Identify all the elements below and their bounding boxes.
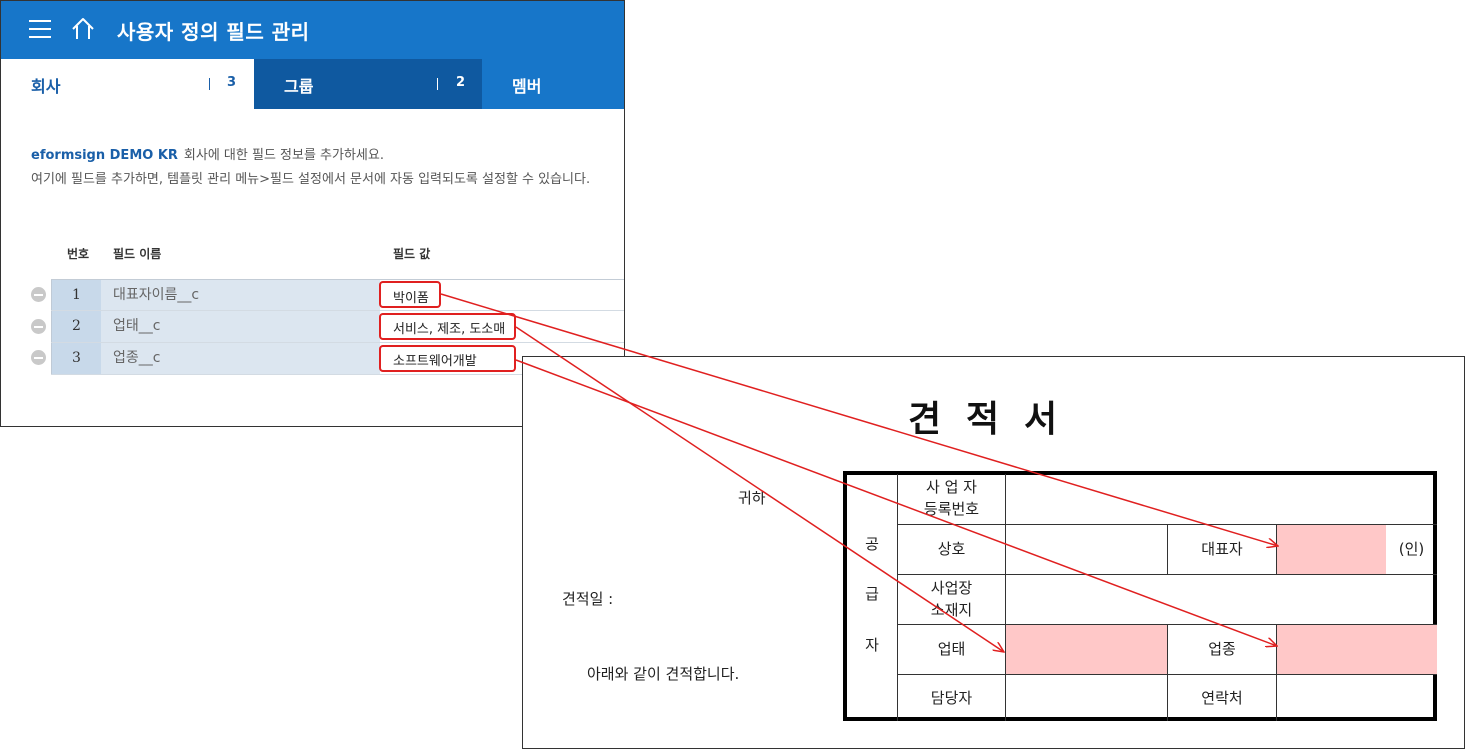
tab-separator: [209, 78, 210, 90]
value-contact-person[interactable]: [1005, 674, 1167, 721]
value-business-address[interactable]: [1005, 574, 1437, 624]
description-text: 회사에 대한 필드 정보를 추가하세요.: [183, 148, 384, 163]
column-header-field-value: 필드 값: [393, 247, 431, 261]
tab-count: 3: [227, 75, 237, 90]
top-bar: 사용자 정의 필드 관리: [1, 1, 624, 59]
title-char: 적: [966, 399, 1002, 440]
label-business-address: 사업장 소재지: [897, 574, 1005, 624]
seal-mark: (인): [1386, 524, 1437, 574]
remove-row-button[interactable]: [31, 350, 46, 365]
tab-label: 회사: [31, 77, 61, 96]
column-header-number: 번호: [67, 247, 90, 261]
label-registration-number: 사 업 자 등록번호: [897, 474, 1005, 524]
supplier-label-char: 자: [865, 636, 879, 654]
description-line-1: eformsign DEMO KR 회사에 대한 필드 정보를 추가하세요.: [31, 144, 384, 163]
tab-label: 그룹: [284, 77, 314, 96]
remove-row-button[interactable]: [31, 287, 46, 302]
field-name-cell[interactable]: 업종__c: [101, 343, 380, 374]
field-name-cell[interactable]: 업태__c: [101, 311, 380, 342]
supplier-label-char: 공: [865, 535, 879, 553]
tab-count: 2: [456, 75, 466, 90]
value-company-name[interactable]: [1005, 524, 1167, 574]
tab-company[interactable]: 회사 3: [1, 59, 254, 109]
tab-group[interactable]: 그룹 2: [254, 59, 482, 109]
tab-separator: [437, 78, 438, 90]
supplier-label-char: 급: [865, 585, 879, 603]
page-title: 사용자 정의 필드 관리: [117, 20, 310, 44]
tab-label: 멤버: [512, 77, 542, 96]
row-number: 2: [51, 311, 101, 342]
label-business-item: 업종: [1167, 624, 1276, 674]
value-business-type[interactable]: [1005, 624, 1167, 674]
table-row: 2 업태__c 서비스, 제조, 도소매: [51, 311, 624, 343]
value-contact[interactable]: [1276, 674, 1437, 721]
field-value-text: 서비스, 제조, 도소매: [393, 322, 506, 337]
row-number: 3: [51, 343, 101, 374]
remove-row-button[interactable]: [31, 319, 46, 334]
value-business-item[interactable]: [1276, 624, 1437, 674]
company-name: eformsign DEMO KR: [31, 148, 178, 163]
label-contact: 연락처: [1167, 674, 1276, 721]
field-name-cell[interactable]: 대표자이름__c: [101, 280, 380, 310]
tab-bar: 회사 3 그룹 2 멤버: [1, 59, 624, 109]
column-header-field-name: 필드 이름: [113, 247, 162, 261]
field-value-cell[interactable]: 서비스, 제조, 도소매: [380, 311, 624, 342]
title-char: 서: [1024, 399, 1060, 440]
hamburger-icon[interactable]: [29, 20, 51, 38]
quote-statement: 아래와 같이 견적합니다.: [587, 665, 740, 683]
label-company-name: 상호: [897, 524, 1005, 574]
row-number: 1: [51, 280, 101, 310]
quote-document: 견 적 서 귀하 견적일 : 아래와 같이 견적합니다. 공 급 자 사 업 자…: [522, 356, 1465, 749]
field-value-cell[interactable]: 박이폼: [380, 280, 624, 310]
title-char: 견: [908, 399, 944, 440]
value-registration-number[interactable]: [1005, 474, 1437, 524]
value-representative[interactable]: [1276, 524, 1386, 574]
supplier-table: 공 급 자 사 업 자 등록번호 상호 대표자 (인) 사업장 소재지 업태 업종 …: [843, 471, 1437, 721]
field-value-text: 소프트웨어개발: [393, 354, 477, 369]
label-representative: 대표자: [1167, 524, 1276, 574]
description-line-2: 여기에 필드를 추가하면, 템플릿 관리 메뉴>필드 설정에서 문서에 자동 입…: [31, 172, 591, 187]
label-business-type: 업태: [897, 624, 1005, 674]
table-row: 1 대표자이름__c 박이폼: [51, 279, 624, 311]
quote-date-label: 견적일 :: [562, 590, 614, 608]
field-value-text: 박이폼: [393, 291, 429, 306]
tab-member[interactable]: 멤버: [482, 59, 624, 109]
home-icon[interactable]: [70, 16, 96, 42]
label-contact-person: 담당자: [897, 674, 1005, 721]
recipient-suffix: 귀하: [738, 489, 766, 507]
